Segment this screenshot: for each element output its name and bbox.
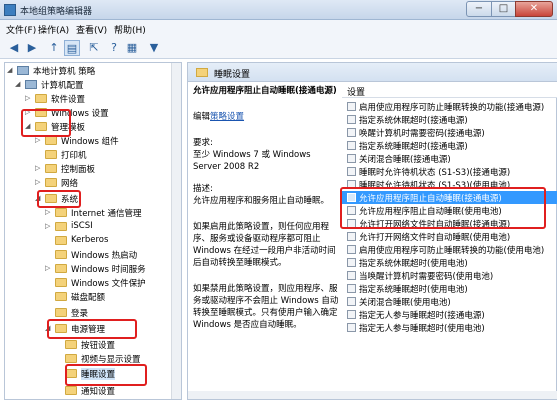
policy-icon	[347, 115, 356, 124]
tree-pane: ◢ 本地计算机 策略 ◢ 计算机配置 ▷ 软件设置 ▷ Windows 设置 ◢…	[4, 62, 182, 400]
list-item[interactable]: 允许打开网络文件时自动睡眠(使用电池)	[342, 230, 557, 243]
highlight-sleep-settings	[65, 364, 147, 386]
policy-icon	[347, 167, 356, 176]
show-hide-tree-icon[interactable]: ▤	[64, 40, 80, 56]
list-item[interactable]: 指定系统休眠超时(使用电池)	[342, 256, 557, 269]
folder-icon	[196, 68, 208, 77]
expand-arrow-icon[interactable]: ▷	[35, 178, 43, 186]
policy-icon	[347, 128, 356, 137]
folder-icon	[55, 278, 67, 287]
menu-view[interactable]: 查看(V)	[76, 23, 107, 36]
menu-file[interactable]: 文件(F)	[6, 23, 36, 36]
folder-icon	[65, 340, 77, 349]
expand-arrow-icon[interactable]: ▷	[45, 208, 53, 216]
up-folder-icon[interactable]: ↑	[46, 40, 62, 56]
list-item[interactable]: 当唤醒计算机时需要密码(使用电池)	[342, 269, 557, 282]
folder-icon	[65, 354, 77, 363]
minimize-button[interactable]: −	[466, 1, 492, 17]
folder-icon	[55, 208, 67, 217]
horizontal-scrollbar[interactable]	[188, 391, 557, 399]
highlight-admin-templates	[21, 109, 71, 137]
highlight-system	[37, 190, 81, 208]
policy-icon	[347, 297, 356, 306]
folder-icon	[35, 94, 47, 103]
expand-arrow-icon[interactable]: ▷	[35, 164, 43, 172]
export-list-icon[interactable]: ⇱	[86, 40, 102, 56]
policy-icon	[347, 141, 356, 150]
tree-scrollbar[interactable]	[171, 63, 181, 399]
menu-help[interactable]: 帮助(H)	[114, 23, 146, 36]
policy-icon	[347, 154, 356, 163]
folder-icon	[45, 178, 57, 187]
policy-icon	[347, 102, 356, 111]
folder-icon	[65, 386, 77, 395]
menu-bar: 文件(F) 操作(A) 查看(V) 帮助(H)	[0, 20, 557, 37]
policy-icon	[347, 323, 356, 332]
policy-icon	[347, 284, 356, 293]
list-item[interactable]: 启用使应用程序可防止睡眠转换的功能(使用电池)	[342, 243, 557, 256]
details-header-title: 睡眠设置	[214, 70, 251, 80]
policy-title: 允许应用程序阻止自动睡眠(接通电源)	[193, 86, 337, 96]
expand-arrow-icon[interactable]: ▷	[45, 264, 53, 272]
requirements-label: 要求:	[193, 138, 213, 148]
expand-arrow-icon[interactable]: ▷	[35, 136, 43, 144]
maximize-button[interactable]: □	[491, 1, 516, 17]
edit-line: 编辑策略设置	[193, 112, 245, 122]
expand-arrow-icon[interactable]: ▷	[25, 94, 33, 102]
toolbar: ◀ ▶ ↑ ▤ ⇱ ? ▦ ▼	[0, 37, 557, 59]
expand-arrow-icon[interactable]: ◢	[7, 66, 15, 74]
folder-icon	[55, 222, 67, 231]
list-item[interactable]: 指定系统休眠超时(接通电源)	[342, 113, 557, 126]
folder-icon	[55, 308, 67, 317]
folder-icon	[45, 164, 57, 173]
close-button[interactable]: ✕	[515, 1, 553, 17]
folder-icon	[55, 264, 67, 273]
details-pane: 睡眠设置 允许应用程序阻止自动睡眠(接通电源) 编辑策略设置 要求: 至少 Wi…	[187, 62, 557, 400]
list-item[interactable]: 启用使应用程序可防止睡眠转换的功能(接通电源)	[342, 100, 557, 113]
folder-icon	[55, 250, 67, 259]
filter-icon[interactable]: ▼	[146, 40, 162, 56]
folder-icon	[45, 136, 57, 145]
description-disable: 如果禁用此策略设置，则应用程序、服务或驱动程序不会阻止 Windows 自动转换…	[193, 284, 339, 330]
list-item[interactable]: 唤醒计算机时需要密码(接通电源)	[342, 126, 557, 139]
settings-column-header[interactable]: 设置	[342, 82, 557, 98]
list-item[interactable]: 关闭混合睡眠(使用电池)	[342, 295, 557, 308]
expand-arrow-icon[interactable]: ▷	[45, 222, 53, 230]
list-item[interactable]: 指定系统睡眠超时(接通电源)	[342, 139, 557, 152]
help-icon[interactable]: ?	[106, 40, 122, 56]
computer-icon	[17, 66, 29, 75]
description-label: 描述:	[193, 184, 213, 194]
requirements-text: 至少 Windows 7 或 Windows Server 2008 R2	[193, 150, 311, 172]
folder-icon	[55, 292, 67, 301]
properties-icon[interactable]: ▦	[124, 40, 140, 56]
folder-icon	[45, 150, 57, 159]
list-item[interactable]: 指定系统睡眠超时(使用电池)	[342, 282, 557, 295]
menu-action[interactable]: 操作(A)	[38, 23, 69, 36]
app-icon	[4, 4, 16, 16]
title-bar: 本地组策略编辑器 − □ ✕	[0, 0, 557, 20]
expand-arrow-icon[interactable]: ◢	[15, 80, 23, 88]
window-title: 本地组策略编辑器	[20, 7, 93, 17]
edit-policy-link[interactable]: 策略设置	[210, 112, 244, 122]
list-item[interactable]: 关闭混合睡眠(接通电源)	[342, 152, 557, 165]
settings-list: 设置 启用使应用程序可防止睡眠转换的功能(接通电源) 指定系统休眠超时(接通电源…	[340, 82, 557, 400]
description-panel: 允许应用程序阻止自动睡眠(接通电源) 编辑策略设置 要求: 至少 Windows…	[193, 85, 341, 395]
computer-icon	[25, 80, 37, 89]
description-text: 允许应用程序和服务阻止自动睡眠。	[193, 196, 330, 206]
list-item[interactable]: 指定无人参与睡眠超时(使用电池)	[342, 321, 557, 334]
policy-icon	[347, 258, 356, 267]
forward-icon[interactable]: ▶	[24, 40, 40, 56]
description-enable: 如果启用此策略设置，则任何应用程序、服务或设备驱动程序都可阻止 Windows …	[193, 222, 336, 268]
policy-icon	[347, 232, 356, 241]
policy-icon	[347, 271, 356, 280]
policy-icon	[347, 245, 356, 254]
list-item[interactable]: 指定无人参与睡眠超时(接通电源)	[342, 308, 557, 321]
policy-icon	[347, 310, 356, 319]
highlight-selected-policy	[340, 187, 546, 229]
highlight-power-management	[47, 319, 137, 339]
folder-icon	[55, 236, 67, 245]
details-header: 睡眠设置	[188, 63, 557, 82]
list-item[interactable]: 睡眠时允许待机状态 (S1-S3)(接通电源)	[342, 165, 557, 178]
back-icon[interactable]: ◀	[6, 40, 22, 56]
